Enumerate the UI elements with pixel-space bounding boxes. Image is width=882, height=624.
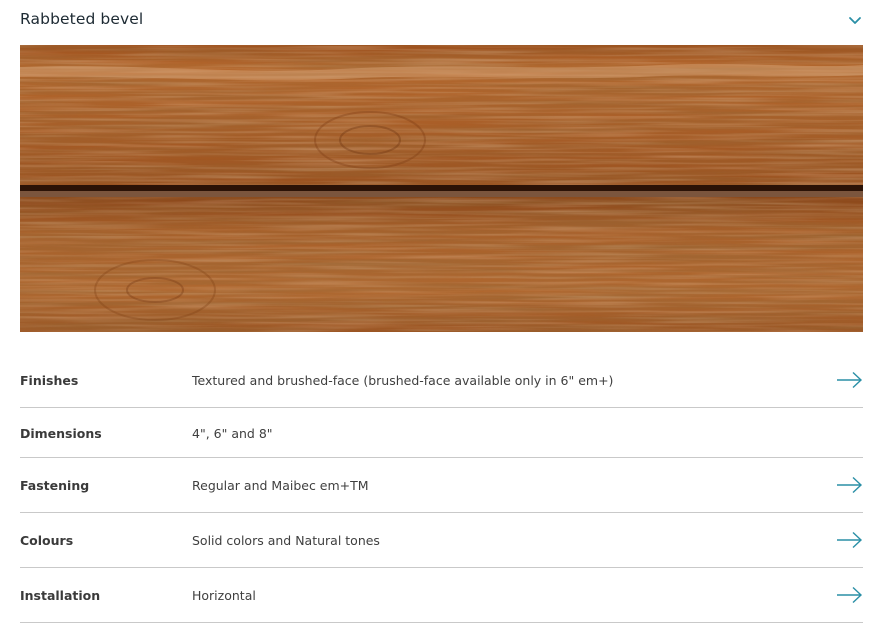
spec-value: Regular and Maibec em+TM bbox=[192, 478, 369, 493]
spec-row-finishes[interactable]: Finishes Textured and brushed-face (brush… bbox=[20, 352, 863, 408]
spec-label: Fastening bbox=[20, 478, 90, 493]
spec-label: Installation bbox=[20, 588, 101, 603]
spec-row-installation[interactable]: Installation Horizontal bbox=[20, 568, 863, 623]
accordion-header[interactable]: Rabbeted bevel bbox=[20, 0, 863, 44]
spec-value: 4", 6" and 8" bbox=[192, 426, 273, 441]
specifications-table: Finishes Textured and brushed-face (brush… bbox=[20, 352, 863, 623]
spec-value: Solid colors and Natural tones bbox=[192, 533, 380, 548]
arrow-right-icon[interactable] bbox=[836, 531, 863, 549]
spec-label: Dimensions bbox=[20, 426, 102, 441]
spec-value: Horizontal bbox=[192, 588, 256, 603]
spec-label: Colours bbox=[20, 533, 74, 548]
spec-row-dimensions: Dimensions 4", 6" and 8" bbox=[20, 408, 863, 458]
spec-row-colours[interactable]: Colours Solid colors and Natural tones bbox=[20, 513, 863, 568]
wood-siding-image bbox=[20, 45, 863, 332]
arrow-right-icon[interactable] bbox=[836, 586, 863, 604]
chevron-down-icon[interactable] bbox=[847, 12, 863, 28]
section-title: Rabbeted bevel bbox=[20, 10, 144, 28]
spec-value: Textured and brushed-face (brushed-face … bbox=[192, 373, 614, 388]
arrow-right-icon[interactable] bbox=[836, 371, 863, 389]
arrow-right-icon[interactable] bbox=[836, 476, 863, 494]
spec-label: Finishes bbox=[20, 373, 79, 388]
spec-row-fastening[interactable]: Fastening Regular and Maibec em+TM bbox=[20, 458, 863, 513]
